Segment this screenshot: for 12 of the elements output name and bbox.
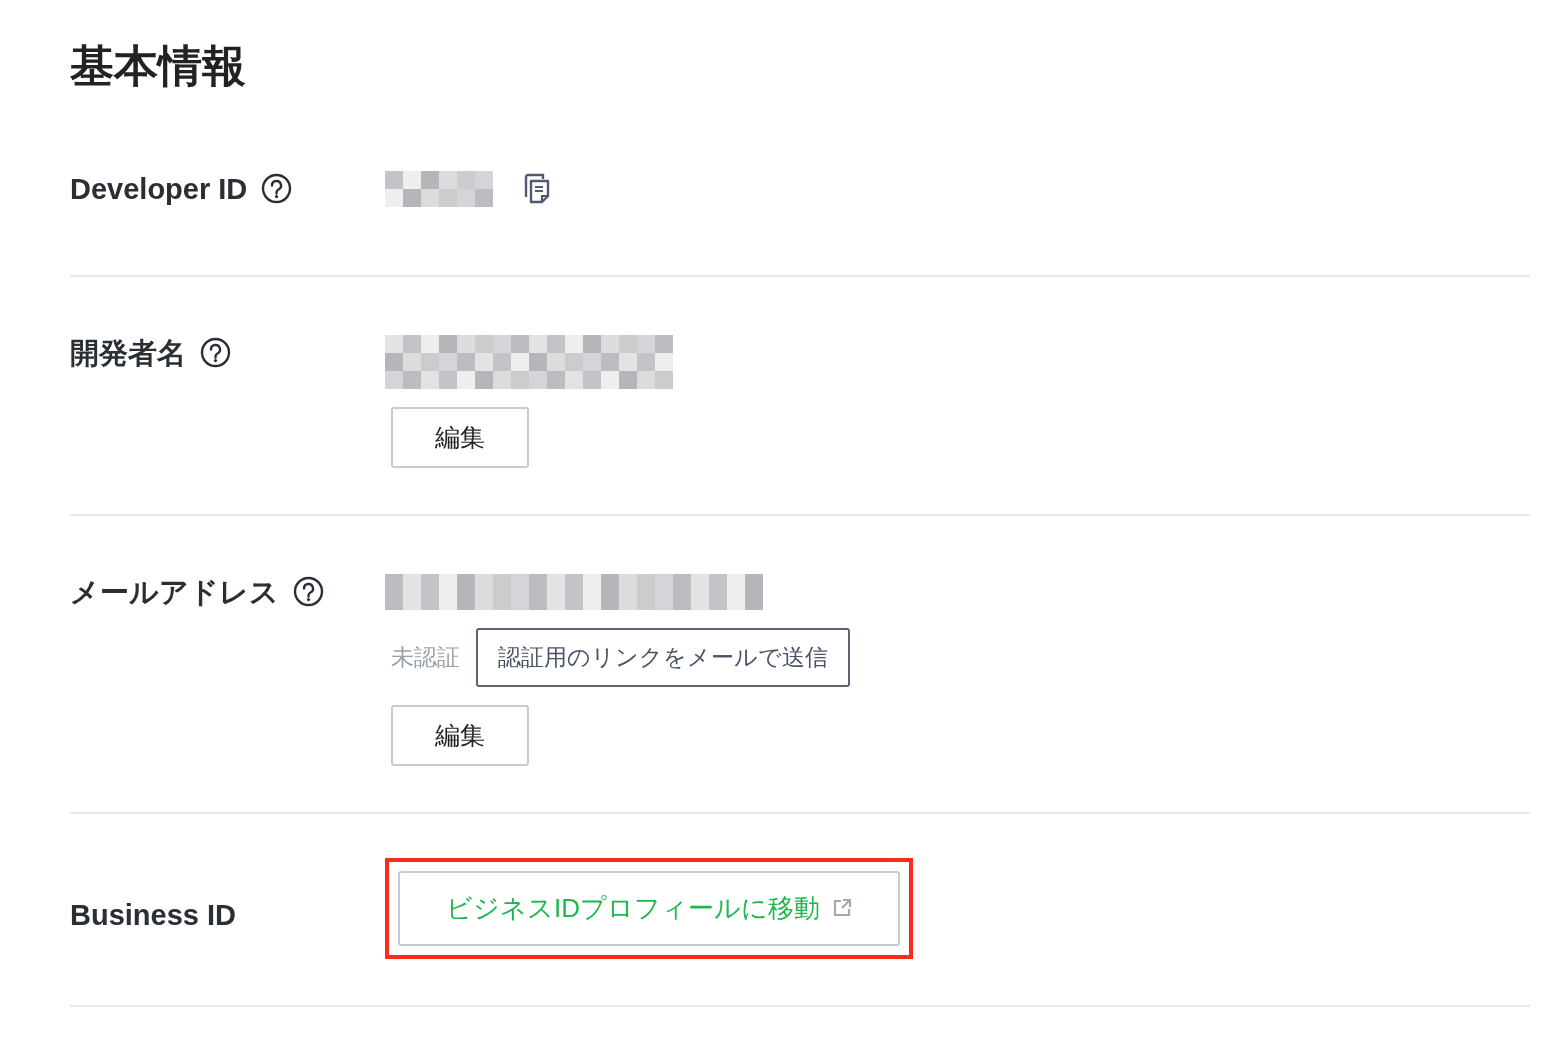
- help-icon[interactable]: [293, 575, 324, 607]
- verification-status: 未認証: [391, 643, 460, 673]
- field-label: Developer ID: [70, 171, 248, 207]
- edit-button[interactable]: 編集: [391, 704, 529, 766]
- page-title: 基本情報: [70, 40, 247, 92]
- field-label: メールアドレス: [70, 574, 279, 610]
- field-label: Business ID: [70, 898, 236, 934]
- field-label: 開発者名: [70, 335, 186, 371]
- help-icon[interactable]: [261, 172, 293, 204]
- help-icon[interactable]: [200, 336, 231, 368]
- edit-button[interactable]: 編集: [391, 406, 529, 468]
- send-verification-button[interactable]: 認証用のリンクをメールで送信: [476, 627, 850, 687]
